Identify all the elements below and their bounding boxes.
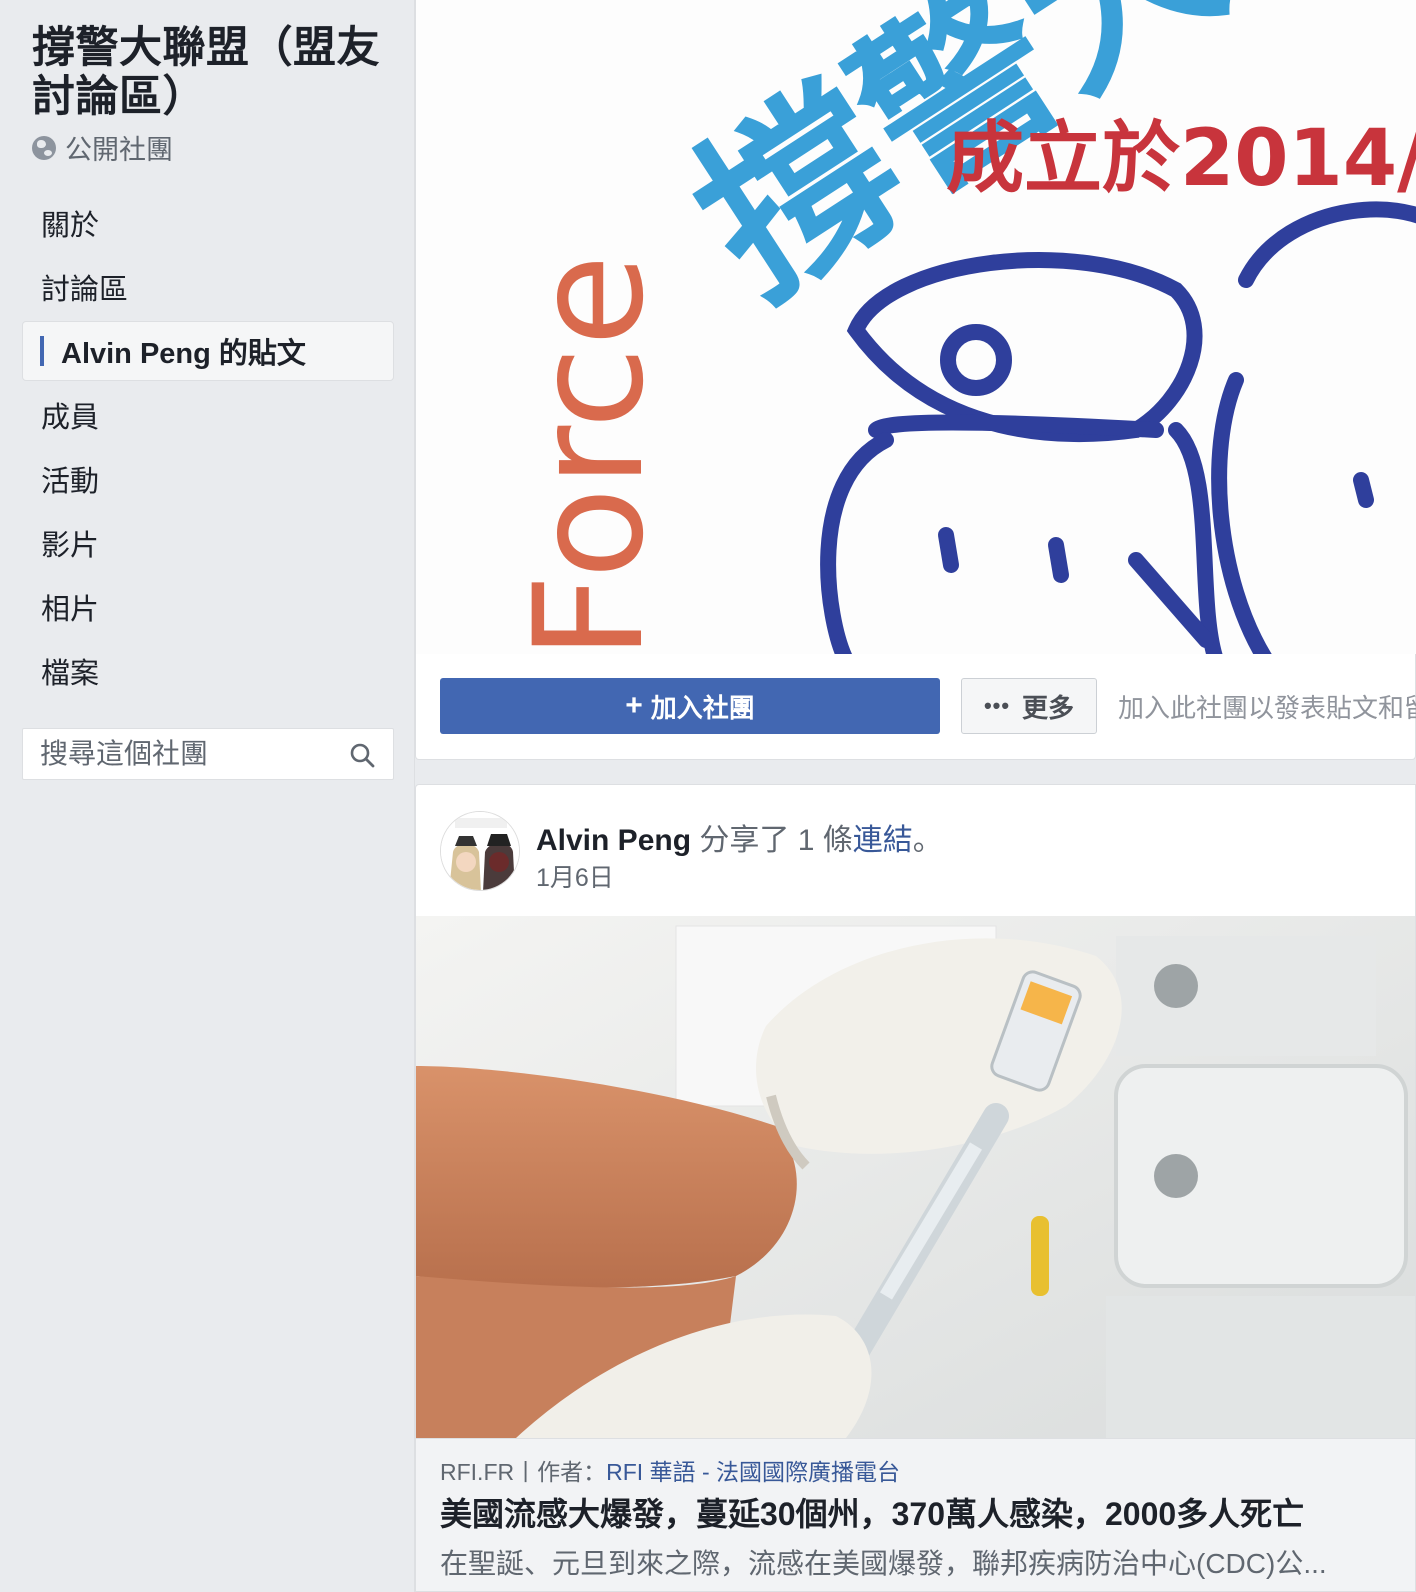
globe-icon xyxy=(32,135,56,160)
author-avatar[interactable] xyxy=(440,811,520,891)
post-author-link[interactable]: Alvin Peng xyxy=(536,824,691,857)
group-sidebar: 撐警大聯盟（盟友討論區） 公開社團 關於 討論區 Alvin Peng 的貼文 … xyxy=(0,0,415,1592)
link-description: 在聖誕、元旦到來之際，流感在美國爆發，聯邦疾病防治中心(CDC)公... xyxy=(440,1548,1327,1579)
more-label: 更多 xyxy=(1022,692,1075,723)
post-card: Alvin Peng 分享了 1 條連結。 1月6日 RFI.FR丨作者：RFI… xyxy=(415,784,1416,1592)
cover-founded-text: 成立於2014/7 xyxy=(946,114,1416,204)
link-source: RFI.FR丨作者：RFI 華語 - 法國國際廣播電台 xyxy=(440,1453,900,1487)
cover-photo[interactable]: 撐警大聯 成立於2014/7 Force xyxy=(416,0,1416,654)
vaccine-photo xyxy=(416,916,1415,1438)
post-action-link[interactable]: 連結 xyxy=(853,824,913,857)
cover-artwork: 撐警大聯 成立於2014/7 Force xyxy=(416,0,1416,654)
group-title[interactable]: 撐警大聯盟（盟友討論區） xyxy=(32,24,392,122)
link-title[interactable]: 美國流感大爆發，蔓延30個州，370萬人感染，2000多人死亡 xyxy=(440,1489,1304,1535)
post-timestamp[interactable]: 1月6日 xyxy=(536,858,614,894)
link-domain: RFI.FR xyxy=(440,1459,515,1485)
link-preview-image[interactable] xyxy=(416,916,1415,1438)
cover-force-text: Force xyxy=(503,254,677,654)
join-hint: 加入此社團以發表貼文和留言 xyxy=(1118,693,1416,723)
group-header-card: 撐警大聯 成立於2014/7 Force + 加入社團 xyxy=(415,0,1416,760)
nav-item-member-posts[interactable]: Alvin Peng 的貼文 xyxy=(22,321,394,381)
group-nav: 關於 討論區 Alvin Peng 的貼文 成員 活動 影片 相片 檔案 xyxy=(22,191,394,703)
nav-item-videos[interactable]: 影片 xyxy=(22,511,394,575)
post-action-prefix: 分享了 1 條 xyxy=(699,824,853,857)
link-author[interactable]: RFI 華語 - 法國國際廣播電台 xyxy=(606,1459,900,1485)
nav-item-discussion[interactable]: 討論區 xyxy=(22,255,394,319)
group-privacy: 公開社團 xyxy=(32,128,173,167)
plus-icon: + xyxy=(625,689,643,722)
post-action-suffix: 。 xyxy=(912,824,943,857)
avatar-image xyxy=(441,812,519,890)
group-search-input[interactable] xyxy=(40,738,330,770)
join-group-label: 加入社團 xyxy=(650,692,755,723)
ellipsis-icon: ••• xyxy=(983,693,1011,718)
join-group-button[interactable]: + 加入社團 xyxy=(440,678,940,734)
nav-item-members[interactable]: 成員 xyxy=(22,383,394,447)
nav-item-files[interactable]: 檔案 xyxy=(22,639,394,703)
link-preview-meta[interactable]: RFI.FR丨作者：RFI 華語 - 法國國際廣播電台 美國流感大爆發，蔓延30… xyxy=(416,1438,1415,1591)
nav-item-photos[interactable]: 相片 xyxy=(22,575,394,639)
post-header: Alvin Peng 分享了 1 條連結。 xyxy=(536,815,943,859)
nav-item-about[interactable]: 關於 xyxy=(22,191,394,255)
search-icon[interactable] xyxy=(349,742,375,768)
link-author-prefix: 丨作者： xyxy=(514,1459,607,1485)
more-button[interactable]: ••• 更多 xyxy=(961,678,1097,734)
group-actions: + 加入社團 ••• 更多 加入此社團以發表貼文和留言 xyxy=(440,678,1416,734)
group-search xyxy=(22,728,394,780)
privacy-label: 公開社團 xyxy=(65,135,173,165)
nav-item-events[interactable]: 活動 xyxy=(22,447,394,511)
